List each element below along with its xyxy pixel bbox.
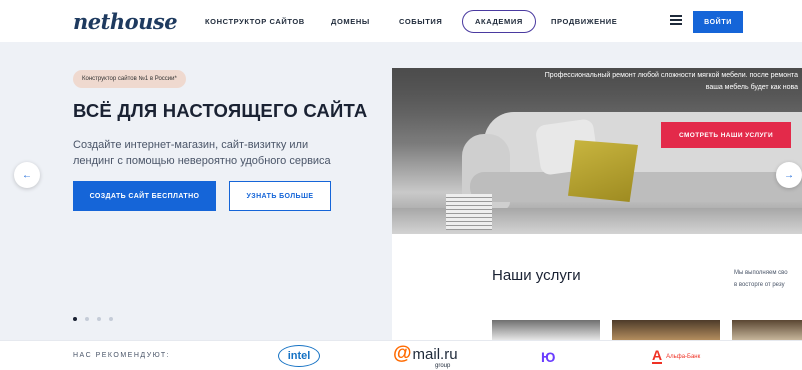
services-description: Мы выполняем сво в восторге от резу <box>734 270 788 288</box>
partners-label: НАС РЕКОМЕНДУЮТ: <box>73 352 171 359</box>
nethouse-logo[interactable]: nethouse <box>73 9 178 34</box>
intel-logo: intel <box>278 345 320 367</box>
hero-subtitle: Создайте интернет-магазин, сайт-визитку … <box>73 139 331 167</box>
site-preview-card: Профессиональный ремонт любой сложности … <box>392 68 802 340</box>
login-button[interactable]: ВОЙТИ <box>693 11 743 33</box>
preview-banner-text: Профессиональный ремонт любой сложности … <box>544 72 798 91</box>
nav-domains[interactable]: ДОМЕНЫ <box>331 17 370 26</box>
hamburger-icon[interactable] <box>670 15 682 25</box>
arrow-left-icon[interactable]: ← <box>14 162 40 188</box>
services-title: Наши услуги <box>492 267 581 284</box>
arrow-right-icon[interactable]: → <box>776 162 802 188</box>
slider-dot[interactable] <box>109 317 113 321</box>
yo-logo: Ю <box>541 349 555 365</box>
nav-promotion[interactable]: ПРОДВИЖЕНИЕ <box>551 17 617 26</box>
hero-badge: Конструктор сайтов №1 в России* <box>73 70 186 88</box>
service-thumbnail[interactable] <box>612 320 720 340</box>
service-thumbnail[interactable] <box>492 320 600 340</box>
create-site-free-button[interactable]: СОЗДАТЬ САЙТ БЕСПЛАТНО <box>73 181 216 211</box>
nav-academy[interactable]: АКАДЕМИЯ <box>462 10 536 33</box>
slider-pagination <box>73 317 113 321</box>
mailru-group-logo: @mail.ru group <box>393 343 458 370</box>
hero-title: ВСЁ ДЛЯ НАСТОЯЩЕГО САЙТА <box>73 100 368 121</box>
nav-events[interactable]: СОБЫТИЯ <box>399 17 442 26</box>
partners-strip: НАС РЕКОМЕНДУЮТ: intel @mail.ru group Ю … <box>0 340 802 370</box>
slider-dot[interactable] <box>97 317 101 321</box>
service-thumbnail[interactable] <box>732 320 802 340</box>
top-navigation-bar: nethouse КОНСТРУКТОР САЙТОВ ДОМЕНЫ СОБЫТ… <box>0 0 802 42</box>
hero-section: Конструктор сайтов №1 в России* ВСЁ ДЛЯ … <box>0 42 802 340</box>
nav-site-builder[interactable]: КОНСТРУКТОР САЙТОВ <box>205 17 305 26</box>
alfa-bank-logo: А Альфа-Банк <box>652 347 701 364</box>
slider-dot-active[interactable] <box>73 317 77 321</box>
learn-more-button[interactable]: УЗНАТЬ БОЛЬШЕ <box>229 181 331 211</box>
view-services-button[interactable]: СМОТРЕТЬ НАШИ УСЛУГИ <box>661 122 791 148</box>
slider-dot[interactable] <box>85 317 89 321</box>
